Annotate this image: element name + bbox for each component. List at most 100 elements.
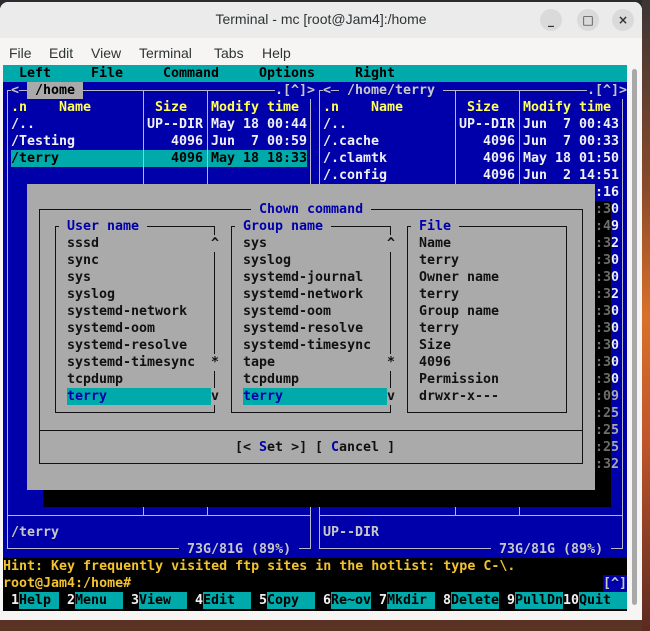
- right-file-size[interactable]: 4096: [459, 150, 515, 167]
- left-file-name[interactable]: /..: [11, 116, 35, 133]
- right-file-time-fragment[interactable]: :25: [595, 405, 619, 422]
- left-file-name[interactable]: /Testing: [11, 133, 75, 150]
- group-name-scroll-up-icon[interactable]: ^: [387, 235, 396, 252]
- right-file-time-fragment[interactable]: :25: [595, 422, 619, 439]
- user-name-item[interactable]: systemd-oom: [67, 320, 155, 337]
- shell-prompt[interactable]: root@Jam4:/home#: [3, 575, 131, 592]
- user-name-item[interactable]: syslog: [67, 286, 115, 303]
- right-file-time-fragment[interactable]: :09: [595, 388, 619, 405]
- right-file-time-fragment[interactable]: :32: [595, 286, 619, 303]
- mc-menu-options[interactable]: Options: [259, 65, 315, 82]
- menu-file[interactable]: File: [9, 45, 32, 61]
- fkey-mkdir-button[interactable]: Mkdir: [387, 592, 435, 609]
- mc-menu-command[interactable]: Command: [163, 65, 219, 82]
- right-header-size[interactable]: Size: [467, 99, 499, 116]
- user-name-item[interactable]: sync: [67, 252, 99, 269]
- left-header-n[interactable]: .n: [11, 99, 27, 116]
- menu-view[interactable]: View: [91, 45, 121, 61]
- right-panel-history-left[interactable]: <: [323, 82, 332, 99]
- close-button[interactable]: ×: [612, 9, 634, 31]
- maximize-button[interactable]: □: [577, 9, 599, 31]
- fkey-edit-button[interactable]: Edit: [203, 592, 251, 609]
- group-name-scroll-thumb[interactable]: *: [387, 354, 396, 371]
- right-header-name[interactable]: Name: [371, 99, 403, 116]
- menu-help[interactable]: Help: [262, 45, 291, 61]
- group-name-item[interactable]: syslog: [243, 252, 291, 269]
- right-file-name[interactable]: /.config: [323, 167, 387, 184]
- group-name-item[interactable]: tape: [243, 354, 275, 371]
- user-name-item[interactable]: systemd-timesync: [67, 354, 195, 371]
- fkey-delete-button[interactable]: Delete: [451, 592, 499, 609]
- left-header-time[interactable]: Modify time: [211, 99, 299, 116]
- right-file-name[interactable]: /.clamtk: [323, 150, 387, 167]
- user-name-item[interactable]: sssd: [67, 235, 99, 252]
- user-name-item[interactable]: systemd-resolve: [67, 337, 187, 354]
- right-file-size[interactable]: UP--DIR: [459, 116, 515, 133]
- right-file-time-fragment[interactable]: :49: [595, 218, 619, 235]
- group-name-scroll-down-icon[interactable]: v: [387, 388, 396, 405]
- right-header-time[interactable]: Modify time: [523, 99, 611, 116]
- right-file-time-fragment[interactable]: :32: [595, 235, 619, 252]
- right-file-time-fragment[interactable]: :30: [595, 371, 619, 388]
- right-file-time-fragment[interactable]: :30: [595, 303, 619, 320]
- group-name-item[interactable]: sys: [243, 235, 267, 252]
- right-file-time-fragment[interactable]: :30: [595, 337, 619, 354]
- group-name-item[interactable]: systemd-timesync: [243, 337, 371, 354]
- menu-terminal[interactable]: Terminal: [139, 45, 192, 61]
- right-file-time-fragment[interactable]: :30: [595, 269, 619, 286]
- left-file-size[interactable]: 4096: [147, 150, 203, 167]
- user-name-scroll-up-icon[interactable]: ^: [211, 235, 220, 252]
- user-name-item[interactable]: systemd-network: [67, 303, 187, 320]
- minimize-button[interactable]: _: [540, 9, 562, 31]
- fkey-view-button[interactable]: View: [139, 592, 187, 609]
- mc-menu-right[interactable]: Right: [355, 65, 395, 82]
- left-file-time[interactable]: May 18 00:44: [211, 116, 307, 133]
- cancel-button[interactable]: [ Cancel ]: [315, 439, 396, 456]
- fkey-pulldn-button[interactable]: PullDn: [515, 592, 563, 609]
- fkey-menu-button[interactable]: Menu: [75, 592, 123, 609]
- right-file-time[interactable]: May 18 01:50: [523, 150, 619, 167]
- right-panel-path[interactable]: /home/terry: [339, 82, 444, 99]
- scrollbar-thumb[interactable]: [632, 69, 637, 605]
- terminal-scrollbar[interactable]: [629, 65, 641, 611]
- menu-tabs[interactable]: Tabs: [214, 45, 244, 61]
- right-file-time-fragment[interactable]: :25: [595, 439, 619, 456]
- left-header-size[interactable]: Size: [155, 99, 187, 116]
- set-button[interactable]: [< Set >]: [235, 439, 308, 456]
- left-file-size[interactable]: UP--DIR: [147, 116, 203, 133]
- fkey-quit-button[interactable]: Quit: [579, 592, 627, 609]
- user-name-scroll-thumb[interactable]: *: [211, 354, 220, 371]
- mc-menu-left[interactable]: Left: [19, 65, 51, 82]
- right-file-time-fragment[interactable]: :30: [595, 354, 619, 371]
- left-file-size[interactable]: 4096: [147, 133, 203, 150]
- group-name-item[interactable]: systemd-network: [243, 286, 363, 303]
- group-name-item[interactable]: systemd-resolve: [243, 320, 363, 337]
- user-name-item-selected[interactable]: terry: [67, 388, 211, 405]
- right-file-name[interactable]: /.cache: [323, 133, 379, 150]
- user-name-item[interactable]: sys: [67, 269, 91, 286]
- right-file-size[interactable]: 4096: [459, 133, 515, 150]
- left-file-time[interactable]: Jun 7 00:59: [211, 133, 307, 150]
- left-file-time[interactable]: May 18 18:33: [211, 150, 307, 167]
- user-name-scroll-down-icon[interactable]: v: [211, 388, 220, 405]
- user-name-item[interactable]: tcpdump: [67, 371, 123, 388]
- left-header-name[interactable]: Name: [59, 99, 91, 116]
- right-file-time-fragment[interactable]: :32: [595, 456, 619, 473]
- menu-edit[interactable]: Edit: [49, 45, 73, 61]
- left-panel-path[interactable]: /home: [27, 82, 84, 99]
- terminal-screen[interactable]: Left File Command Options Right < /home …: [3, 65, 627, 611]
- right-file-time[interactable]: Jun 7 00:33: [523, 133, 619, 150]
- right-file-size[interactable]: 4096: [459, 167, 515, 184]
- subshell-indicator[interactable]: [^]: [603, 575, 627, 592]
- right-file-time-fragment[interactable]: :30: [595, 252, 619, 269]
- title-bar[interactable]: Terminal - mc [root@Jam4]:/home _ □ ×: [0, 2, 642, 38]
- left-panel-history-left[interactable]: <: [11, 82, 20, 99]
- right-file-time[interactable]: Jun 2 14:51: [523, 167, 619, 184]
- group-name-item[interactable]: tcpdump: [243, 371, 299, 388]
- right-file-time[interactable]: Jun 7 00:43: [523, 116, 619, 133]
- mc-menu-file[interactable]: File: [91, 65, 123, 82]
- fkey-help-button[interactable]: Help: [19, 592, 59, 609]
- right-file-name[interactable]: /..: [323, 116, 347, 133]
- right-file-time-fragment[interactable]: :16: [595, 184, 619, 201]
- group-name-item[interactable]: systemd-journal: [243, 269, 363, 286]
